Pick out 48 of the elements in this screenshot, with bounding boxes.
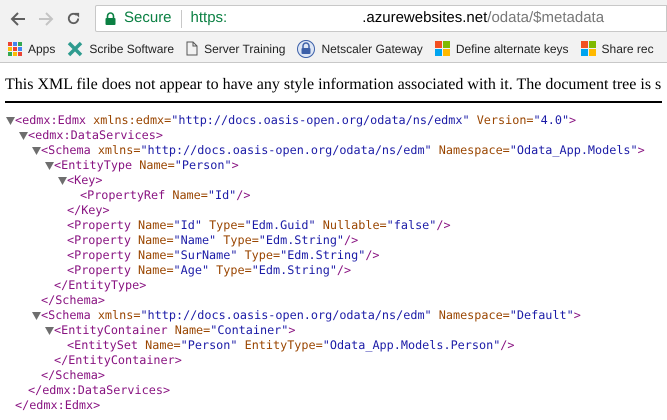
- xml-element-line: <Key>: [67, 172, 103, 189]
- xml-element-line: <edmx:Edmx xmlns:edmx="http://docs.oasis-open.org/odata/ns/edmx" Version="4.0">: [15, 112, 576, 129]
- xml-element-line: <Schema xmlns="http://docs.oasis-open.org/odata/ns/edm" Namespace="Odata_App.Models">: [41, 142, 645, 159]
- url-host: .azurewebsites.net: [362, 8, 488, 28]
- xml-element-line: <Property Name="Name" Type="Edm.String"/>: [67, 232, 358, 249]
- xml-element-line: <edmx:DataServices>: [28, 126, 163, 144]
- url-path: /odata/$metadata: [487, 8, 604, 28]
- padlock-icon: [105, 12, 116, 25]
- style-notice: This XML file does not appear to have any style information associated with it. The document tree is s: [4, 75, 662, 95]
- reload-icon[interactable]: [66, 11, 81, 26]
- address-bar[interactable]: Secure https: .azurewebsites.net/odata/$metadata: [95, 5, 667, 32]
- four-squares-icon: [434, 41, 450, 56]
- xml-element-line: <EntityType Name="Person">: [54, 156, 239, 174]
- xml-closing-tag: </EntityType>: [54, 276, 146, 294]
- bookmark-link[interactable]: Scribe Software: [67, 40, 174, 58]
- expand-triangle-icon[interactable]: [58, 176, 67, 184]
- expand-triangle-icon[interactable]: [6, 116, 15, 124]
- back-arrow-icon[interactable]: [10, 12, 26, 26]
- expand-triangle-icon[interactable]: [45, 326, 54, 334]
- expand-triangle-icon[interactable]: [19, 132, 28, 140]
- expand-triangle-icon[interactable]: [45, 162, 54, 170]
- expand-triangle-icon[interactable]: [32, 312, 41, 320]
- xml-element-line: <Property Name="Id" Type="Edm.Guid" Nullable="false"/>: [67, 216, 451, 234]
- four-squares-icon: [580, 41, 596, 56]
- url-scheme: https:: [190, 8, 228, 28]
- bookmark-link[interactable]: Share rec: [580, 40, 654, 58]
- xml-closing-tag: </edmx:Edmx>: [15, 396, 100, 414]
- xml-element-line: <Property Name="SurName" Type="Edm.String"/>: [67, 246, 380, 264]
- grid-icon: [8, 42, 22, 56]
- bookmark-link[interactable]: Server Training: [186, 40, 286, 58]
- cross-icon: [67, 40, 84, 56]
- xml-closing-tag: </Schema>: [41, 292, 105, 310]
- xml-element-line: <Property Name="Age" Type="Edm.String"/>: [67, 262, 352, 279]
- xml-element-line: <Schema xmlns="http://docs.oasis-open.org/odata/ns/edm" Namespace="Default">: [41, 306, 581, 324]
- padlock-icon: [297, 40, 316, 58]
- xml-element-line: <EntityContainer Name="Container">: [54, 322, 296, 339]
- xml-closing-tag: </Key>: [67, 202, 110, 220]
- bookmark-link[interactable]: Apps: [8, 40, 56, 58]
- xml-closing-tag: </Schema>: [41, 366, 105, 384]
- bookmark-link[interactable]: Define alternate keys: [434, 40, 569, 58]
- document-icon: [186, 41, 198, 56]
- xml-closing-tag: </edmx:DataServices>: [28, 382, 170, 400]
- expand-triangle-icon[interactable]: [32, 146, 41, 154]
- xml-element-line: <PropertyRef Name="Id"/>: [80, 186, 250, 204]
- bookmark-link[interactable]: Netscaler Gateway: [297, 40, 423, 58]
- secure-label: Secure: [124, 8, 172, 28]
- xml-closing-tag: </EntityContainer>: [54, 352, 182, 370]
- xml-element-line: <EntitySet Name="Person" EntityType="Odata_App.Models.Person"/>: [67, 336, 515, 354]
